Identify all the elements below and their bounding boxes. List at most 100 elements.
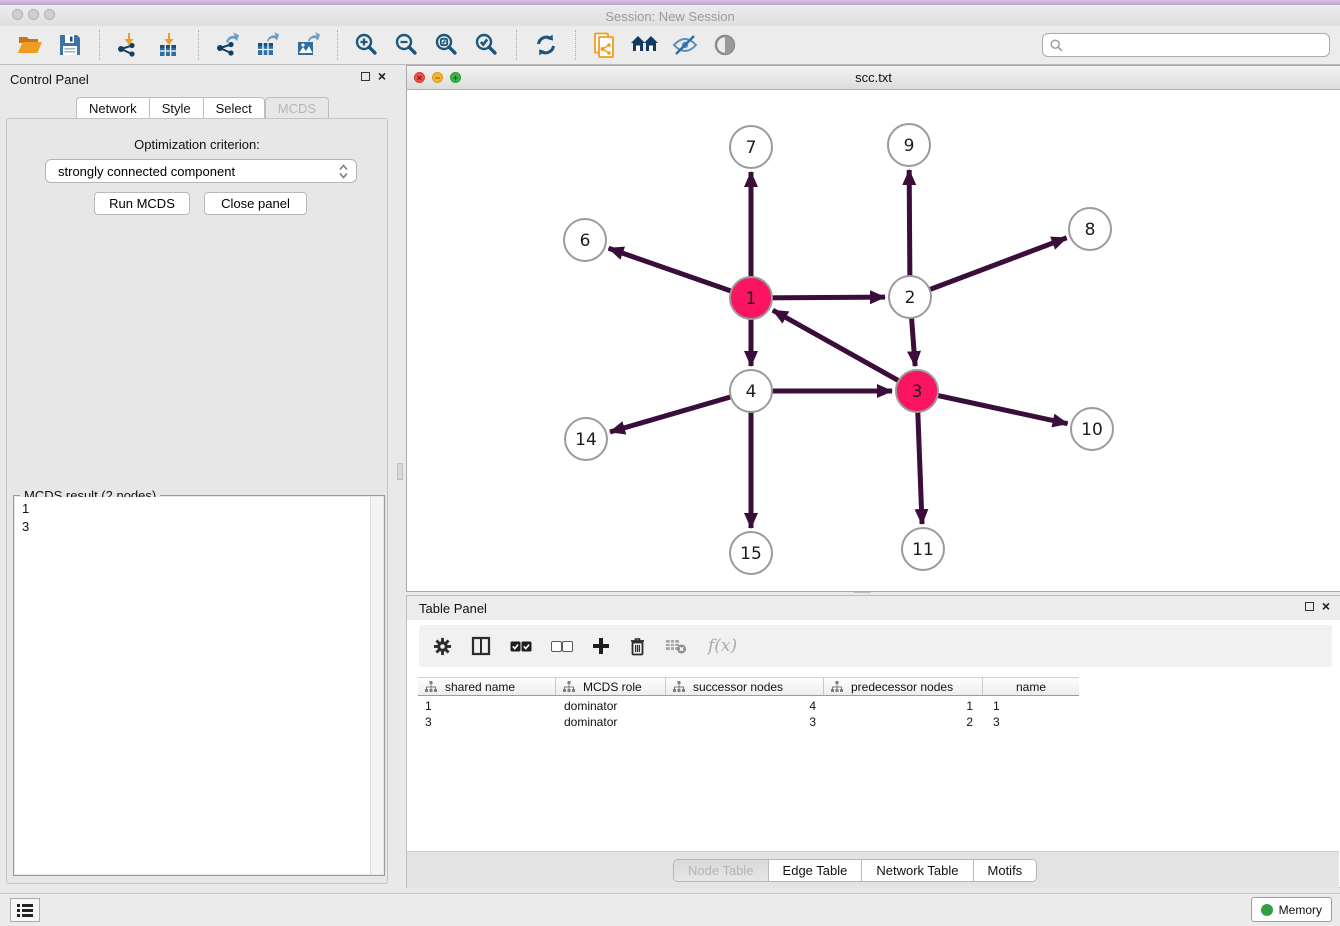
cell-successor-nodes[interactable]: 3 bbox=[666, 714, 816, 730]
graph-edge-2-8[interactable] bbox=[910, 238, 1067, 297]
vertical-splitter-handle[interactable] bbox=[397, 463, 403, 480]
graph-node-label: 15 bbox=[740, 544, 762, 564]
mcds-result-group: MCDS result (2 nodes) 1 3 bbox=[13, 495, 385, 876]
tab-node-table[interactable]: Node Table bbox=[674, 860, 768, 881]
float-panel-icon[interactable] bbox=[1305, 602, 1314, 611]
optimization-criterion-label: Optimization criterion: bbox=[7, 137, 387, 152]
control-panel-title: Control Panel bbox=[10, 72, 89, 87]
add-column-icon[interactable] bbox=[592, 637, 610, 655]
cell-successor-nodes[interactable]: 4 bbox=[666, 698, 816, 714]
mcds-result-item[interactable]: 1 bbox=[15, 497, 383, 518]
table-panel-header: Table Panel × bbox=[407, 596, 1340, 620]
mcds-result-list[interactable]: 1 3 bbox=[15, 497, 383, 874]
export-table-icon[interactable] bbox=[253, 30, 283, 60]
export-network-icon[interactable] bbox=[213, 30, 243, 60]
app-titlebar: Session: New Session bbox=[0, 5, 1340, 26]
toolbar-separator bbox=[575, 30, 576, 60]
hierarchy-icon bbox=[425, 681, 437, 693]
import-network-icon[interactable] bbox=[114, 30, 144, 60]
mcds-panel: Optimization criterion: strongly connect… bbox=[6, 118, 388, 884]
control-panel: Control Panel × Network Style Select MCD… bbox=[0, 65, 394, 893]
task-history-button[interactable] bbox=[10, 898, 40, 922]
toolbar-separator bbox=[337, 30, 338, 60]
column-header-successor-nodes[interactable]: successor nodes bbox=[666, 678, 824, 695]
select-all-columns-icon[interactable] bbox=[510, 641, 532, 652]
search-input[interactable] bbox=[1068, 38, 1322, 52]
hierarchy-icon bbox=[673, 681, 685, 693]
run-mcds-button[interactable]: Run MCDS bbox=[94, 192, 190, 215]
zoom-fit-icon[interactable] bbox=[432, 30, 462, 60]
optimization-criterion-value: strongly connected component bbox=[58, 164, 339, 179]
home-icon[interactable] bbox=[630, 30, 660, 60]
export-image-icon[interactable] bbox=[293, 30, 323, 60]
hierarchy-icon bbox=[831, 681, 843, 693]
graph-node-label: 8 bbox=[1085, 220, 1096, 240]
graph-node-label: 9 bbox=[904, 136, 915, 156]
table-panel-title: Table Panel bbox=[419, 601, 487, 616]
open-session-icon[interactable] bbox=[15, 30, 45, 60]
memory-button[interactable]: Memory bbox=[1251, 897, 1332, 922]
column-header-name[interactable]: name bbox=[983, 678, 1079, 695]
gear-icon[interactable] bbox=[433, 637, 452, 656]
float-panel-icon[interactable] bbox=[361, 72, 370, 81]
main-toolbar bbox=[0, 26, 1340, 65]
refresh-icon[interactable] bbox=[531, 30, 561, 60]
show-columns-icon[interactable] bbox=[471, 636, 491, 656]
network-from-file-icon[interactable] bbox=[590, 30, 620, 60]
graph-node-label: 14 bbox=[575, 430, 597, 450]
graph-node-label: 2 bbox=[905, 288, 916, 308]
deselect-all-columns-icon[interactable] bbox=[551, 641, 573, 652]
table-row[interactable]: 1 dominator 4 1 1 bbox=[418, 698, 1079, 714]
app-title: Session: New Session bbox=[0, 9, 1340, 24]
hierarchy-icon bbox=[563, 681, 575, 693]
network-graph-canvas[interactable]: 7968124314101511 bbox=[407, 90, 1339, 591]
cell-shared-name[interactable]: 1 bbox=[425, 698, 556, 714]
zoom-in-icon[interactable] bbox=[352, 30, 382, 60]
tab-edge-table[interactable]: Edge Table bbox=[768, 860, 862, 881]
close-panel-icon[interactable]: × bbox=[1322, 601, 1330, 611]
column-header-shared-name[interactable]: shared name bbox=[418, 678, 556, 695]
cell-name[interactable]: 1 bbox=[993, 698, 1079, 714]
delete-table-icon[interactable] bbox=[665, 638, 687, 654]
cell-mcds-role[interactable]: dominator bbox=[564, 714, 666, 730]
close-panel-button[interactable]: Close panel bbox=[204, 192, 307, 215]
cell-name[interactable]: 3 bbox=[993, 714, 1079, 730]
search-field[interactable] bbox=[1042, 33, 1330, 57]
graph-node-label: 11 bbox=[912, 540, 934, 560]
status-bar: Memory bbox=[0, 893, 1340, 926]
zoom-out-icon[interactable] bbox=[392, 30, 422, 60]
network-view-window: × − + scc.txt 7968124314101511 bbox=[406, 65, 1340, 592]
select-stepper-icon bbox=[339, 164, 348, 179]
table-toolbar: f(x) bbox=[419, 625, 1332, 667]
mcds-result-item[interactable]: 3 bbox=[15, 518, 383, 536]
table-row[interactable]: 3 dominator 3 2 3 bbox=[418, 714, 1079, 730]
memory-label: Memory bbox=[1279, 903, 1322, 917]
column-header-predecessor-nodes[interactable]: predecessor nodes bbox=[824, 678, 983, 695]
graph-node-label: 6 bbox=[580, 231, 591, 251]
cell-predecessor-nodes[interactable]: 1 bbox=[824, 698, 973, 714]
cell-predecessor-nodes[interactable]: 2 bbox=[824, 714, 973, 730]
import-table-icon[interactable] bbox=[154, 30, 184, 60]
show-eye-icon[interactable] bbox=[710, 30, 740, 60]
cell-shared-name[interactable]: 3 bbox=[425, 714, 556, 730]
tab-network-table[interactable]: Network Table bbox=[861, 860, 972, 881]
graph-edge-3-10[interactable] bbox=[917, 391, 1068, 424]
table-header-row: shared name MCDS role successor nodes pr… bbox=[418, 677, 1079, 696]
graph-edge-3-1[interactable] bbox=[773, 310, 917, 391]
result-scrollbar[interactable] bbox=[370, 497, 383, 874]
graph-edge-4-14[interactable] bbox=[610, 391, 751, 432]
column-header-mcds-role[interactable]: MCDS role bbox=[556, 678, 666, 695]
delete-column-icon[interactable] bbox=[629, 637, 646, 656]
tab-motifs[interactable]: Motifs bbox=[973, 860, 1037, 881]
function-builder-icon[interactable]: f(x) bbox=[708, 636, 737, 656]
close-panel-icon[interactable]: × bbox=[378, 71, 386, 81]
optimization-criterion-select[interactable]: strongly connected component bbox=[45, 159, 357, 183]
graph-node-label: 3 bbox=[912, 382, 923, 402]
cell-mcds-role[interactable]: dominator bbox=[564, 698, 666, 714]
zoom-selected-icon[interactable] bbox=[472, 30, 502, 60]
toolbar-separator bbox=[198, 30, 199, 60]
graph-node-label: 1 bbox=[746, 289, 757, 309]
save-session-icon[interactable] bbox=[55, 30, 85, 60]
hide-eye-icon[interactable] bbox=[670, 30, 700, 60]
graph-edge-1-6[interactable] bbox=[609, 248, 751, 298]
